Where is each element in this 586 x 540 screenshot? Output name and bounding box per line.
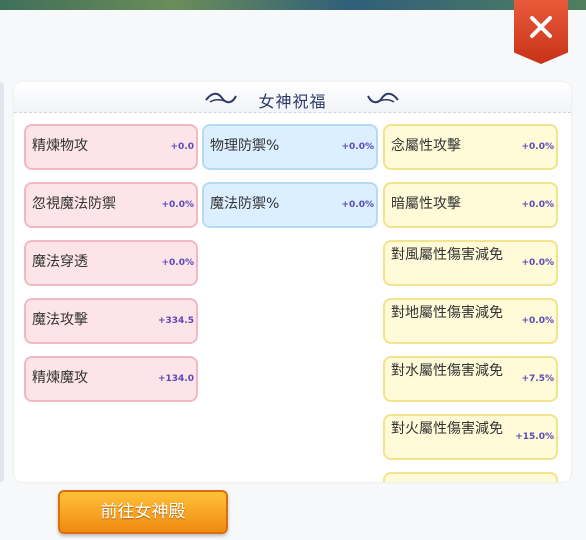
stat-card: 魔法穿透 +0.0%	[24, 240, 198, 286]
stat-label: 念屬性攻擊	[391, 138, 461, 154]
close-icon	[530, 16, 552, 38]
stat-label: 精煉魔攻	[32, 370, 88, 386]
stat-card: 精煉物攻 +0.0	[24, 124, 198, 170]
stat-label: 對火屬性傷害減免	[391, 421, 503, 437]
section-header: 女神祝福	[14, 82, 571, 113]
stat-card: 對地屬性傷害減免 +0.0%	[383, 298, 558, 344]
stat-value: +0.0%	[521, 258, 554, 268]
stat-label: 對地屬性傷害減免	[391, 305, 503, 321]
stat-card: 魔法防禦% +0.0%	[202, 182, 378, 228]
stat-label: 精煉物攻	[32, 138, 88, 154]
section-title: 女神祝福	[258, 92, 327, 111]
left-panel-edge	[0, 82, 4, 482]
stat-card: 對風屬性傷害減免 +0.0%	[383, 240, 558, 286]
stat-card: 對火屬性傷害減免 +15.0%	[383, 414, 558, 460]
stat-card: 魔法攻擊 +334.5	[24, 298, 198, 344]
stat-label: 對水屬性傷害減免	[391, 363, 503, 379]
stat-card: 暗屬性攻擊 +0.0%	[383, 182, 558, 228]
close-button[interactable]	[514, 0, 568, 64]
stat-value: +0.0%	[341, 142, 374, 152]
stat-card-partial	[383, 472, 558, 482]
stat-label: 魔法穿透	[32, 254, 88, 270]
stat-value: +0.0%	[521, 200, 554, 210]
stat-value: +0.0	[170, 142, 194, 152]
stat-card: 物理防禦% +0.0%	[202, 124, 378, 170]
stats-content[interactable]: 女神祝福 精煉物攻 +0.0 忽視魔法防禦 +0.0% 魔法穿透 +0.0% 魔…	[14, 82, 571, 482]
stat-card: 精煉魔攻 +134.0	[24, 356, 198, 402]
stat-value: +0.0%	[161, 200, 194, 210]
stat-label: 暗屬性攻擊	[391, 196, 461, 212]
stat-label: 魔法防禦%	[210, 196, 280, 212]
stat-label: 忽視魔法防禦	[32, 196, 116, 212]
go-to-goddess-temple-button[interactable]: 前往女神殿	[58, 490, 228, 534]
stat-card: 對水屬性傷害減免 +7.5%	[383, 356, 558, 402]
stat-value: +7.5%	[521, 374, 554, 384]
stat-value: +0.0%	[341, 200, 374, 210]
stat-label: 魔法攻擊	[32, 312, 88, 328]
stat-card: 念屬性攻擊 +0.0%	[383, 124, 558, 170]
stat-value: +0.0%	[161, 258, 194, 268]
stat-value: +0.0%	[521, 142, 554, 152]
background-scene	[0, 0, 586, 10]
stat-value: +0.0%	[521, 316, 554, 326]
stat-value: +334.5	[157, 316, 194, 326]
flourish-ornament-icon	[367, 92, 399, 104]
stat-value: +134.0	[157, 374, 194, 384]
stat-value: +15.0%	[515, 432, 554, 442]
stat-card: 忽視魔法防禦 +0.0%	[24, 182, 198, 228]
stat-label: 物理防禦%	[210, 138, 280, 154]
stat-label: 對風屬性傷害減免	[391, 247, 503, 263]
blessing-panel: 女神祝福 精煉物攻 +0.0 忽視魔法防禦 +0.0% 魔法穿透 +0.0% 魔…	[0, 10, 586, 540]
